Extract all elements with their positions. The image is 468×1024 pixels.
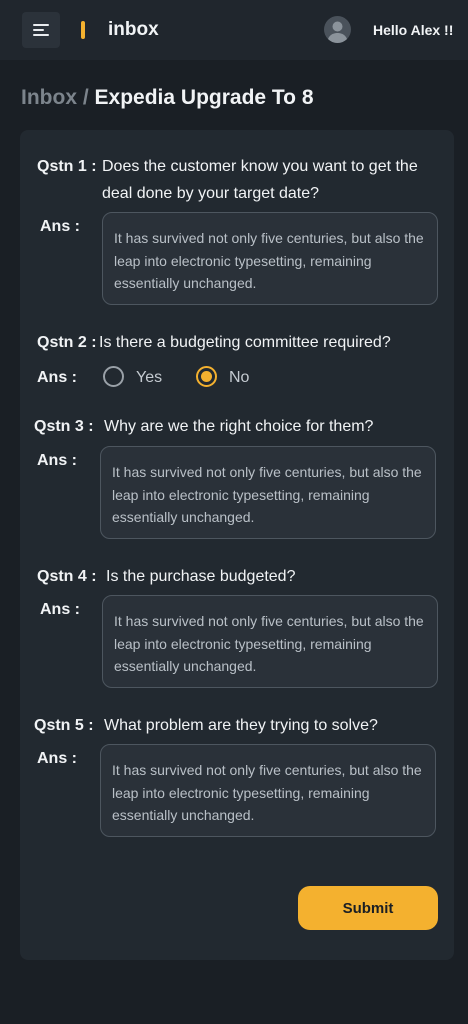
answer-5-label: Ans : [37,750,77,767]
answer-1-field[interactable]: It has survived not only five centuries,… [102,212,438,305]
question-4-text: Is the purchase budgeted? [106,568,296,585]
question-1-label: Qstn 1 : [37,158,97,175]
radio-yes[interactable] [103,366,124,387]
question-2-label: Qstn 2 : [37,334,97,351]
answer-3-field[interactable]: It has survived not only five centuries,… [100,446,436,539]
answer-3-label: Ans : [37,452,77,469]
question-4-label: Qstn 4 : [37,568,97,585]
title-accent-bar [81,21,85,39]
question-1: Qstn 1 : Does the customer know you want… [37,153,447,209]
question-4: Qstn 4 : Is the purchase budgeted? [37,563,447,590]
radio-no[interactable] [196,366,217,387]
menu-button[interactable] [22,12,60,48]
question-3-text: Why are we the right choice for them? [104,418,374,435]
breadcrumb-separator: / [82,86,89,109]
user-greeting: Hello Alex !! [373,22,454,38]
app-title: inbox [108,19,159,40]
radio-no-label[interactable]: No [229,369,249,387]
answer-5-field[interactable]: It has survived not only five centuries,… [100,744,436,837]
page-title: Expedia Upgrade To 8 [94,86,314,109]
question-5-text: What problem are they trying to solve? [104,717,378,734]
breadcrumb: Inbox / Expedia Upgrade To 8 [21,86,314,110]
answer-1-label: Ans : [40,218,80,235]
question-1-text: Does the customer know you want to get t… [102,158,418,202]
question-3-label: Qstn 3 : [34,418,94,435]
answer-2-label: Ans : [37,369,77,386]
user-avatar-icon[interactable] [324,16,351,43]
radio-yes-label[interactable]: Yes [136,369,162,387]
breadcrumb-inbox-link[interactable]: Inbox [21,86,77,109]
top-bar: inbox Hello Alex !! [0,0,468,60]
answer-4-field[interactable]: It has survived not only five centuries,… [102,595,438,688]
submit-button[interactable]: Submit [298,886,438,930]
question-2: Qstn 2 : Is there a budgeting committee … [37,329,447,356]
question-5-label: Qstn 5 : [34,717,94,734]
answer-4-label: Ans : [40,601,80,618]
question-2-text: Is there a budgeting committee required? [99,334,391,351]
question-5: Qstn 5 : What problem are they trying to… [34,712,444,739]
question-3: Qstn 3 : Why are we the right choice for… [34,413,444,440]
